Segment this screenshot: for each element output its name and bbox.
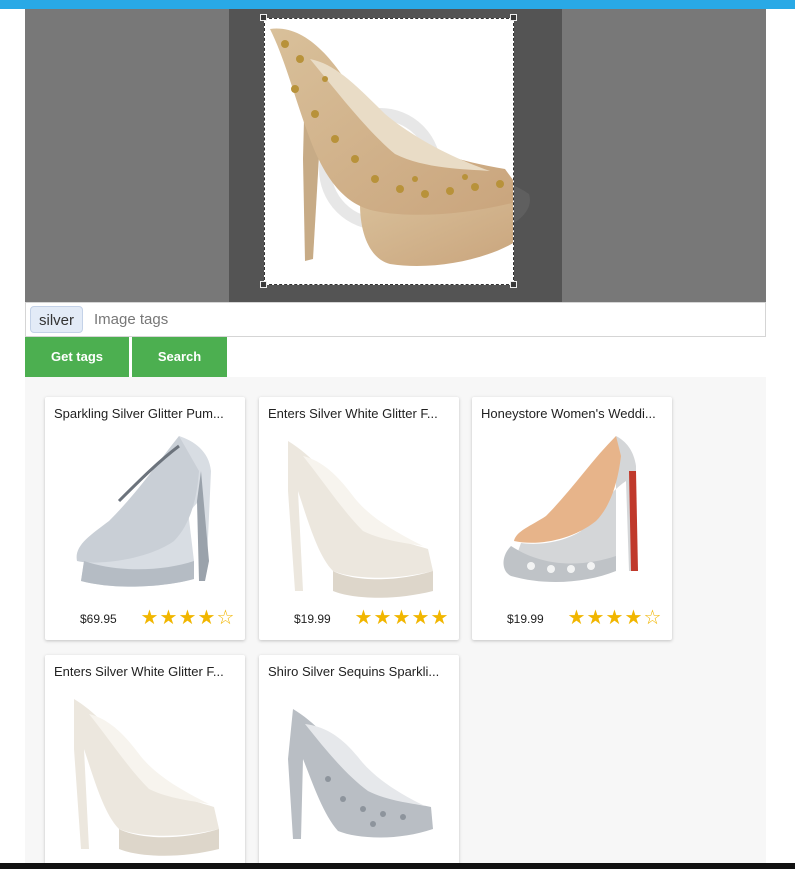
tag-chip-silver[interactable]: silver — [30, 306, 84, 333]
star-filled-icon: ★ — [140, 607, 159, 629]
star-filled-icon: ★ — [586, 607, 605, 629]
uploaded-image-area: dreamstime.com — [229, 9, 562, 302]
product-title[interactable]: Enters Silver White Glitter F... — [54, 664, 238, 679]
product-title[interactable]: Shiro Silver Sequins Sparkli... — [268, 664, 452, 679]
image-crop-editor[interactable]: dreamstime.com — [25, 9, 766, 302]
product-price: $69.95 — [80, 612, 117, 626]
product-rating: ★ ★ ★ ★ ★ — [354, 607, 449, 629]
crop-handle-bottom-left[interactable] — [260, 281, 267, 288]
product-card[interactable]: Shiro Silver Sequins Sparkli... — [259, 655, 459, 863]
star-empty-icon: ☆ — [643, 607, 662, 629]
product-price: $19.99 — [507, 612, 544, 626]
image-tags-field[interactable]: silver — [25, 302, 766, 337]
rhinestone-peep-toe-pump-image — [503, 436, 638, 583]
product-card[interactable]: Sparkling Silver Glitter Pum... $69.95 ★… — [45, 397, 245, 640]
star-empty-icon: ☆ — [216, 607, 235, 629]
product-rating: ★ ★ ★ ★ ☆ — [140, 607, 235, 629]
product-price: $19.99 — [294, 612, 331, 626]
crop-handle-top-right[interactable] — [510, 14, 517, 21]
product-title[interactable]: Sparkling Silver Glitter Pum... — [54, 406, 238, 421]
gold-studded-pump-image — [270, 28, 513, 266]
star-filled-icon: ★ — [624, 607, 643, 629]
star-filled-icon: ★ — [373, 607, 392, 629]
crop-selection-box[interactable]: dreamstime.com — [264, 18, 514, 285]
star-filled-icon: ★ — [197, 607, 216, 629]
silver-glitter-pump-image — [76, 436, 211, 587]
crop-handle-bottom-right[interactable] — [510, 281, 517, 288]
star-filled-icon: ★ — [178, 607, 197, 629]
star-filled-icon: ★ — [159, 607, 178, 629]
crop-handle-top-left[interactable] — [260, 14, 267, 21]
white-glitter-pump-image — [288, 441, 433, 598]
star-filled-icon: ★ — [354, 607, 373, 629]
white-glitter-pump-image — [74, 699, 219, 856]
image-watermark: dreamstime.com — [405, 267, 509, 282]
product-rating: ★ ★ ★ ★ ☆ — [567, 607, 662, 629]
star-filled-icon: ★ — [392, 607, 411, 629]
product-card[interactable]: Honeystore Women's Weddi... $19.99 ★ ★ ★… — [472, 397, 672, 640]
star-filled-icon: ★ — [605, 607, 624, 629]
product-card[interactable]: Enters Silver White Glitter F... $19.99 … — [259, 397, 459, 640]
star-filled-icon: ★ — [411, 607, 430, 629]
get-tags-button[interactable]: Get tags — [25, 337, 129, 377]
search-button[interactable]: Search — [132, 337, 227, 377]
silver-sequin-pump-image — [288, 709, 433, 839]
product-title[interactable]: Enters Silver White Glitter F... — [268, 406, 452, 421]
product-title[interactable]: Honeystore Women's Weddi... — [481, 406, 665, 421]
top-accent-bar — [0, 0, 795, 9]
search-results-grid: Sparkling Silver Glitter Pum... $69.95 ★… — [25, 377, 766, 863]
product-card[interactable]: Enters Silver White Glitter F... — [45, 655, 245, 863]
star-filled-icon: ★ — [567, 607, 586, 629]
image-tags-input[interactable] — [92, 307, 396, 332]
bottom-bar — [0, 863, 795, 869]
star-filled-icon: ★ — [430, 607, 449, 629]
